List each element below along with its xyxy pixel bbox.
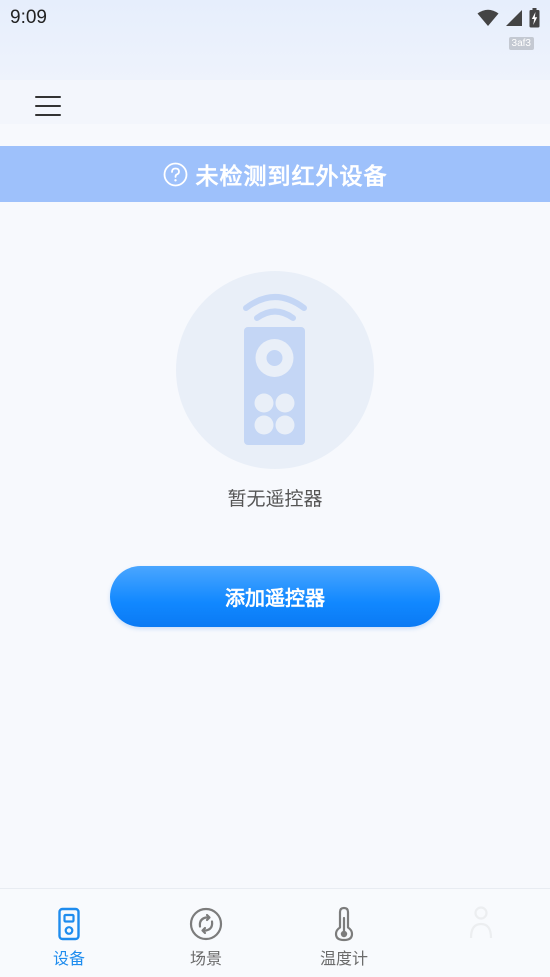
- empty-state-illustration: [176, 271, 374, 469]
- nav-label-device: 设备: [52, 949, 85, 968]
- remote-control-icon: [243, 294, 307, 445]
- status-time: 9:09: [10, 7, 47, 28]
- app-bar: [0, 80, 550, 124]
- profile-icon: [469, 906, 493, 939]
- app-screen: 9:09 3af3 未检测到红外设备 暂无遥控器 添加遥控器 设备 场景 温度计: [0, 0, 550, 977]
- nav-label-scene: 场景: [189, 949, 222, 968]
- wifi-icon: [477, 9, 499, 26]
- battery-charging-icon: [529, 8, 540, 28]
- nav-label-thermometer: 温度计: [319, 949, 368, 968]
- ir-status-banner: 未检测到红外设备: [0, 146, 550, 202]
- bottom-nav: 设备 场景 温度计: [0, 888, 550, 977]
- device-icon: [58, 907, 80, 941]
- empty-state-label: 暂无遥控器: [227, 488, 323, 510]
- nav-item-device[interactable]: 设备: [0, 889, 138, 977]
- question-circle-icon: [163, 162, 187, 186]
- build-tag: 3af3: [508, 37, 534, 50]
- hamburger-menu-icon[interactable]: [33, 94, 63, 118]
- status-bar: 9:09 3af3: [0, 0, 550, 80]
- signal-icon: [506, 10, 522, 26]
- nav-item-profile[interactable]: [412, 889, 550, 977]
- add-remote-button[interactable]: 添加遥控器: [110, 566, 440, 627]
- status-icons: [477, 6, 540, 30]
- nav-item-thermometer[interactable]: 温度计: [275, 889, 413, 977]
- nav-item-scene[interactable]: 场景: [137, 889, 275, 977]
- banner-text: 未检测到红外设备: [195, 164, 388, 190]
- thermometer-icon: [334, 906, 354, 942]
- scene-icon: [189, 907, 223, 941]
